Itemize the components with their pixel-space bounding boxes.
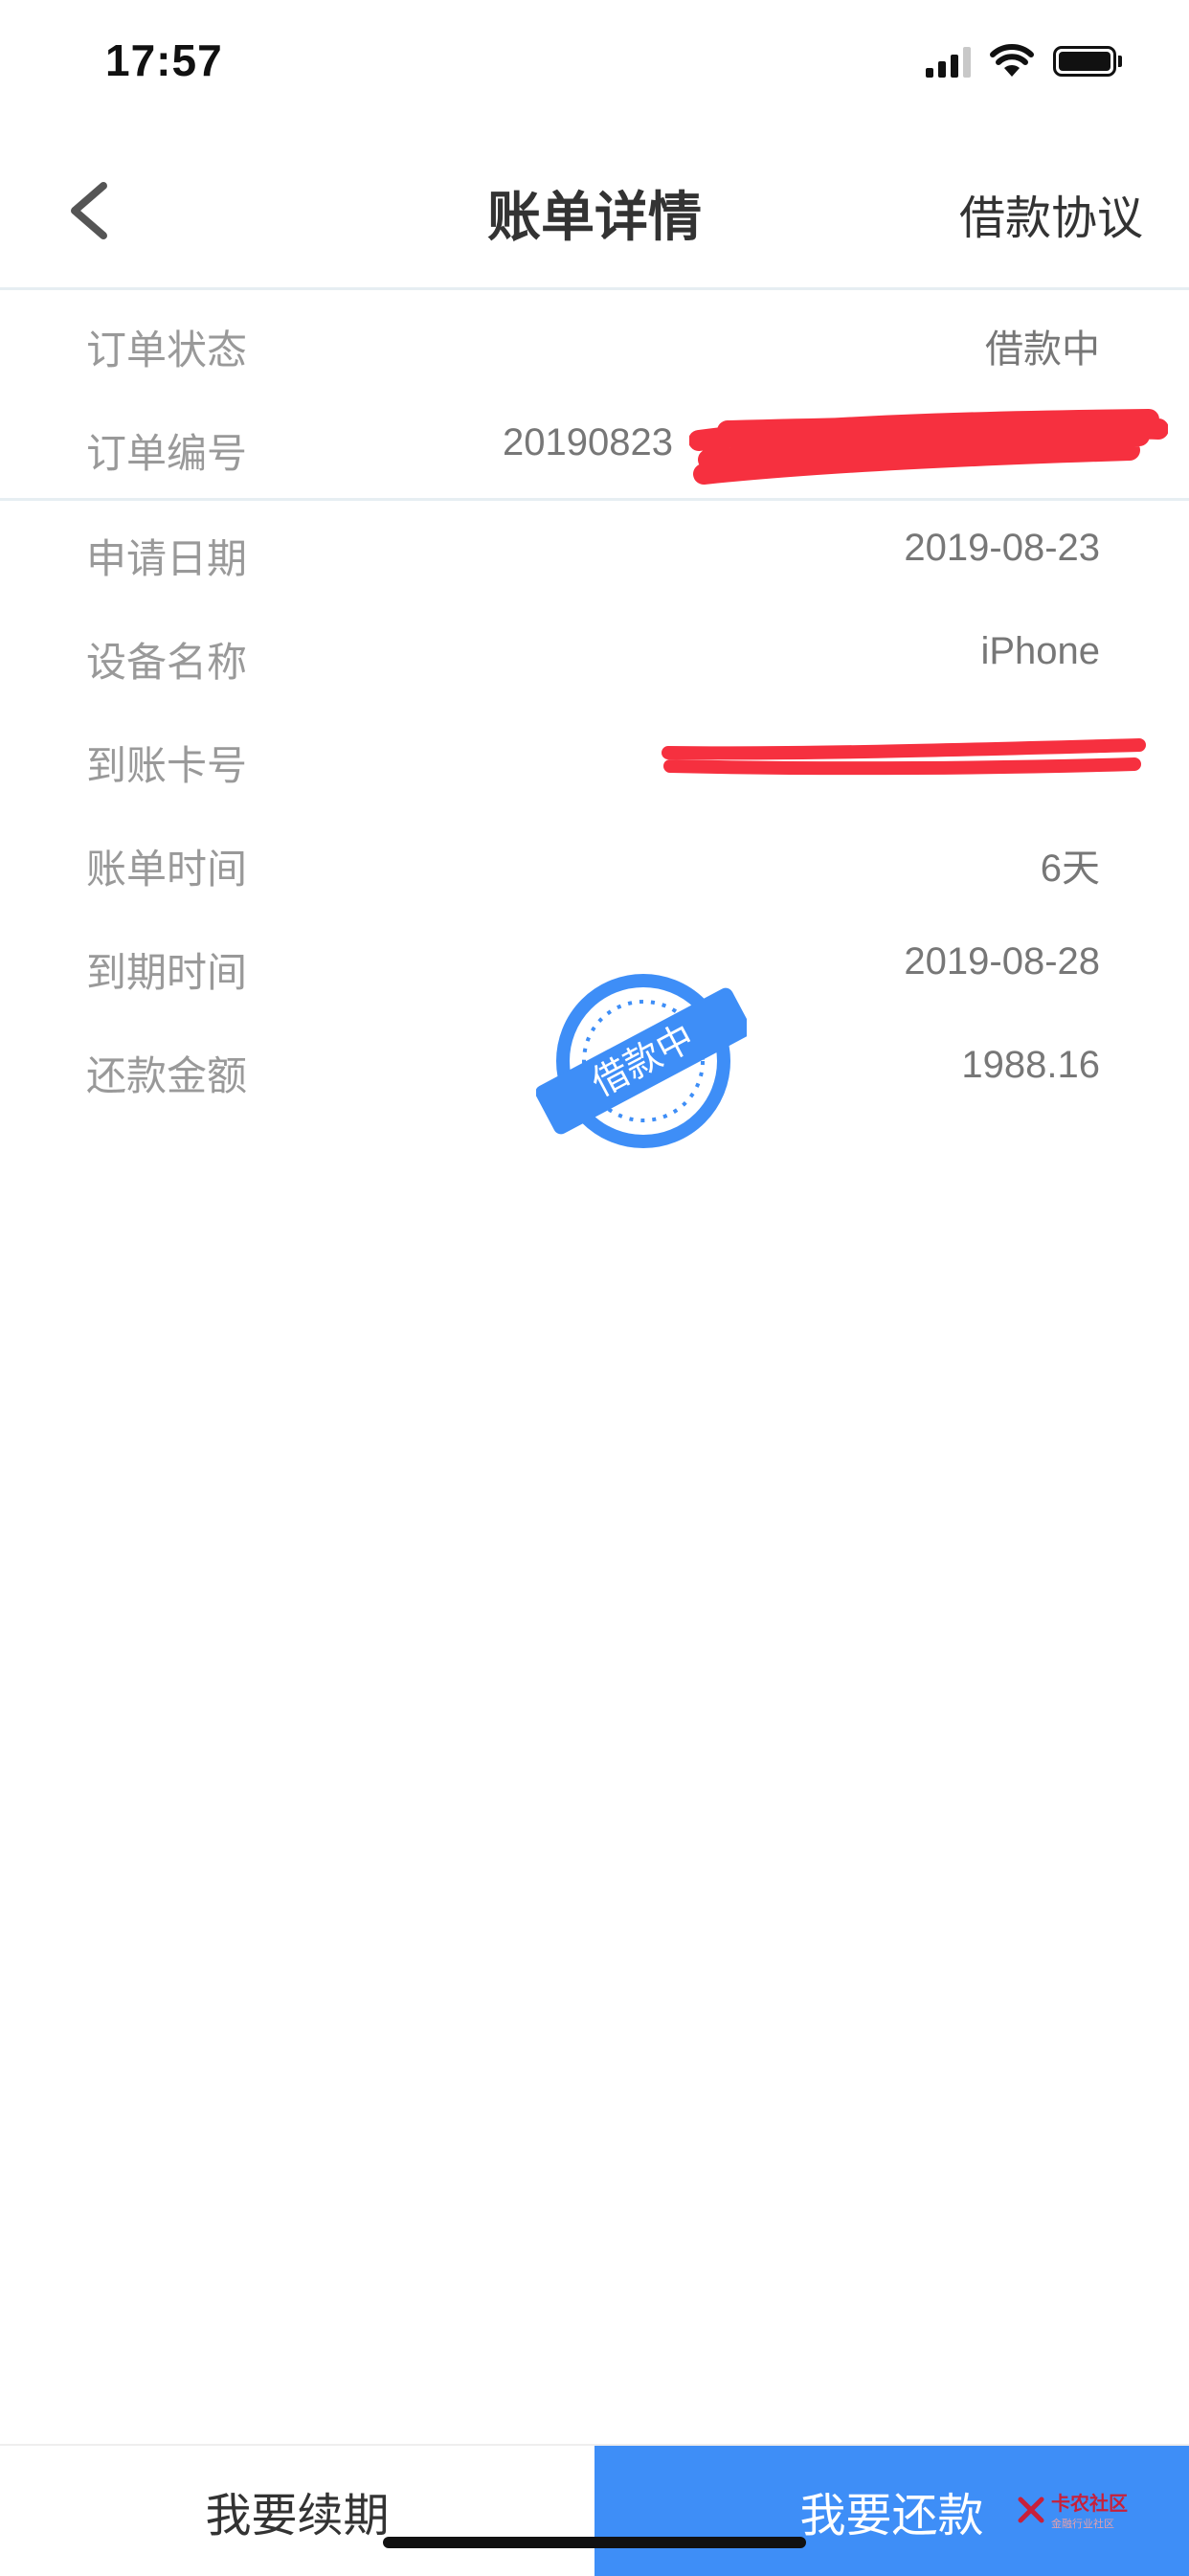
- row-value: iPhone: [980, 630, 1100, 672]
- row-label: 到账卡号: [86, 742, 248, 789]
- row-value: 2019-08-28: [904, 940, 1100, 983]
- row-apply-date: 申请日期 2019-08-23: [0, 502, 1189, 605]
- row-value: 1988.16: [961, 1044, 1100, 1086]
- redaction-scribble: [689, 409, 1168, 485]
- battery-icon: [1053, 46, 1122, 77]
- nav-bar: 账单详情 借款协议: [0, 134, 1189, 290]
- row-value: 借款中: [985, 328, 1100, 371]
- loan-status-stamp: 借款中: [536, 974, 747, 1148]
- row-bill-duration: 账单时间 6天: [0, 812, 1189, 915]
- watermark-subtext: 金融行业社区: [1051, 2518, 1114, 2530]
- row-label: 到期时间: [86, 949, 248, 996]
- status-time: 17:57: [105, 35, 223, 85]
- wifi-icon: [990, 44, 1034, 77]
- row-value: 6天: [1040, 847, 1100, 890]
- row-order-status: 订单状态 借款中: [0, 293, 1189, 396]
- row-value: 2019-08-23: [904, 527, 1100, 569]
- row-label: 还款金额: [86, 1052, 248, 1099]
- home-indicator[interactable]: [383, 2537, 806, 2548]
- loan-agreement-link[interactable]: 借款协议: [959, 180, 1143, 247]
- row-label: 设备名称: [86, 639, 248, 686]
- watermark: 卡农社区 金融行业社区: [1017, 2488, 1128, 2531]
- cellular-signal-icon: [926, 45, 971, 78]
- row-value: 20190823: [503, 421, 673, 463]
- status-icons: [926, 42, 1122, 80]
- section-divider: [0, 498, 1189, 501]
- row-label: 订单编号: [86, 430, 248, 477]
- renew-button[interactable]: 我要续期: [0, 2446, 594, 2576]
- watermark-text: 卡农社区: [1051, 2492, 1128, 2515]
- row-label: 订单状态: [86, 327, 248, 373]
- row-label: 申请日期: [86, 535, 248, 582]
- bottom-action-bar: 我要续期 我要还款: [0, 2444, 1189, 2576]
- row-device-name: 设备名称 iPhone: [0, 605, 1189, 709]
- redaction-scribble: [662, 738, 1146, 776]
- row-label: 账单时间: [86, 846, 248, 893]
- watermark-logo-icon: [1018, 2497, 1044, 2522]
- status-bar: 17:57: [0, 0, 1189, 134]
